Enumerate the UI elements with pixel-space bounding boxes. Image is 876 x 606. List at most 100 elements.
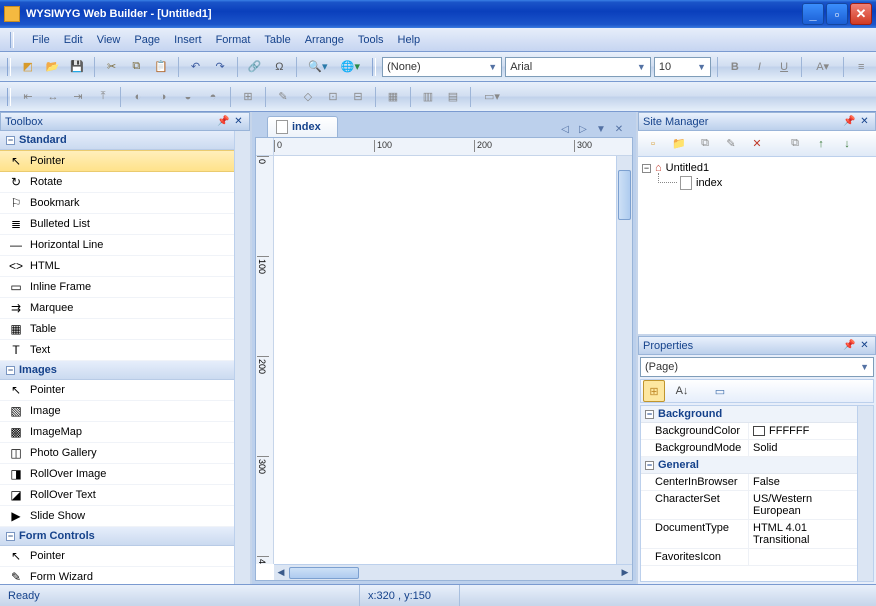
menu-edit[interactable]: Edit (64, 34, 83, 46)
property-row[interactable]: FavoritesIcon (641, 549, 857, 566)
toolbox-category[interactable]: −Standard (0, 131, 234, 150)
style-combo[interactable]: (None)▼ (382, 57, 502, 77)
toolbox-item[interactable]: ▩ImageMap (0, 422, 234, 443)
move-forward-button[interactable]: ◒ (177, 86, 199, 108)
tab-prev-button[interactable]: ◁ (557, 121, 573, 137)
hyperlink-button[interactable]: 🔗 (244, 56, 266, 78)
menu-table[interactable]: Table (264, 34, 290, 46)
tbl-delete-button[interactable]: ▤ (442, 86, 464, 108)
toolbar-handle-3[interactable] (7, 88, 11, 106)
property-row[interactable]: BackgroundModeSolid (641, 440, 857, 457)
save-button[interactable]: 💾 (66, 56, 88, 78)
fontsize-combo[interactable]: 10▼ (654, 57, 711, 77)
toolbox-item[interactable]: ◨RollOver Image (0, 464, 234, 485)
categorized-button[interactable]: ⊞ (643, 380, 665, 402)
undo-button[interactable]: ↶ (185, 56, 207, 78)
collapse-icon[interactable]: − (645, 410, 654, 419)
property-pages-button[interactable]: ▭ (709, 380, 731, 402)
redo-button[interactable]: ↷ (209, 56, 231, 78)
sm-delete-button[interactable]: ✕ (746, 133, 768, 155)
menu-tools[interactable]: Tools (358, 34, 384, 46)
edit-tool-button[interactable]: ✎ (272, 86, 294, 108)
lock-button[interactable]: ⊡ (322, 86, 344, 108)
toolbox-scrollbar[interactable] (234, 131, 250, 584)
toolbox-item[interactable]: ▦Table (0, 319, 234, 340)
tab-index[interactable]: index (267, 116, 338, 137)
menu-page[interactable]: Page (134, 34, 160, 46)
sm-new-folder-button[interactable]: 📁 (668, 133, 690, 155)
tab-next-button[interactable]: ▷ (575, 121, 591, 137)
menu-format[interactable]: Format (216, 34, 251, 46)
collapse-icon[interactable]: − (645, 461, 654, 470)
cut-button[interactable]: ✂ (101, 56, 123, 78)
property-row[interactable]: DocumentTypeHTML 4.01 Transitional (641, 520, 857, 549)
window-close-button[interactable]: ✕ (850, 3, 872, 25)
toolbox-item[interactable]: <>HTML (0, 256, 234, 277)
toolbox-item[interactable]: TText (0, 340, 234, 361)
collapse-icon[interactable]: − (6, 532, 15, 541)
sm-copy-button[interactable]: ⧉ (694, 133, 716, 155)
align-left-button[interactable]: ≡ (850, 56, 872, 78)
menu-arrange[interactable]: Arrange (305, 34, 344, 46)
align-left-obj-button[interactable]: ⇤ (17, 86, 39, 108)
menu-insert[interactable]: Insert (174, 34, 202, 46)
publish-button[interactable]: 🌐▾ (336, 56, 365, 78)
textcolor-button[interactable]: A▾ (808, 56, 837, 78)
horizontal-scrollbar[interactable]: ◀▶ (274, 564, 632, 580)
toolbox-item[interactable]: —Horizontal Line (0, 235, 234, 256)
align-top-obj-button[interactable]: ⤒ (92, 86, 114, 108)
menu-help[interactable]: Help (398, 34, 421, 46)
toolbar-handle[interactable] (7, 58, 11, 76)
sm-properties-button[interactable]: ⧉ (784, 133, 806, 155)
toolbox-item[interactable]: ▶Slide Show (0, 506, 234, 527)
toolbox-item[interactable]: ≣Bulleted List (0, 214, 234, 235)
toolbox-item[interactable]: ↻Rotate (0, 172, 234, 193)
sm-down-button[interactable]: ↓ (836, 133, 858, 155)
close-icon[interactable]: ✕ (858, 115, 871, 128)
toolbar-handle-2[interactable] (372, 58, 376, 76)
open-button[interactable]: 📂 (42, 56, 64, 78)
toolbox-item[interactable]: ⇉Marquee (0, 298, 234, 319)
toolbox-item[interactable]: ↖Pointer (0, 150, 234, 172)
close-icon[interactable]: ✕ (858, 339, 871, 352)
toolbox-item[interactable]: ▭Inline Frame (0, 277, 234, 298)
bold-button[interactable]: B (724, 56, 746, 78)
tab-close-button[interactable]: ✕ (611, 121, 627, 137)
property-category[interactable]: −General (641, 457, 857, 474)
bring-front-button[interactable]: ◐ (127, 86, 149, 108)
pin-icon[interactable]: 📌 (217, 115, 230, 128)
toolbox-item[interactable]: ▧Image (0, 401, 234, 422)
close-icon[interactable]: ✕ (232, 115, 245, 128)
pin-icon[interactable]: 📌 (843, 339, 856, 352)
align-center-obj-button[interactable]: ↔ (42, 86, 64, 108)
property-row[interactable]: BackgroundColorFFFFFF (641, 423, 857, 440)
maximize-button[interactable]: ▫ (826, 3, 848, 25)
sm-up-button[interactable]: ↑ (810, 133, 832, 155)
menu-file[interactable]: File (32, 34, 50, 46)
new-button[interactable]: ◩ (17, 56, 39, 78)
tree-page-index[interactable]: index (642, 175, 872, 191)
group-button[interactable]: ⊞ (237, 86, 259, 108)
toolbox-item[interactable]: ↖Pointer (0, 546, 234, 567)
copy-button[interactable]: ⧉ (125, 56, 147, 78)
preview-button[interactable]: 🔍▾ (303, 56, 332, 78)
tab-menu-button[interactable]: ▼ (593, 121, 609, 137)
page-canvas[interactable] (274, 156, 616, 564)
property-category[interactable]: −Background (641, 406, 857, 423)
pin-icon[interactable]: 📌 (843, 115, 856, 128)
sm-new-page-button[interactable]: ▫ (642, 133, 664, 155)
toolbox-item[interactable]: ⚐Bookmark (0, 193, 234, 214)
toolbox-item[interactable]: ✎Form Wizard (0, 567, 234, 584)
toolbox-category[interactable]: −Images (0, 361, 234, 380)
align-right-obj-button[interactable]: ⇥ (67, 86, 89, 108)
toolbox-category[interactable]: −Form Controls (0, 527, 234, 546)
collapse-icon[interactable]: − (6, 366, 15, 375)
menubar-handle[interactable] (10, 32, 14, 48)
toolbox-item[interactable]: ↖Pointer (0, 380, 234, 401)
shape-tool-button[interactable]: ◇ (297, 86, 319, 108)
italic-button[interactable]: I (749, 56, 771, 78)
property-scrollbar[interactable] (857, 406, 873, 581)
sm-edit-button[interactable]: ✎ (720, 133, 742, 155)
paste-button[interactable]: 📋 (150, 56, 172, 78)
borders-button[interactable]: ▭▾ (477, 86, 507, 108)
